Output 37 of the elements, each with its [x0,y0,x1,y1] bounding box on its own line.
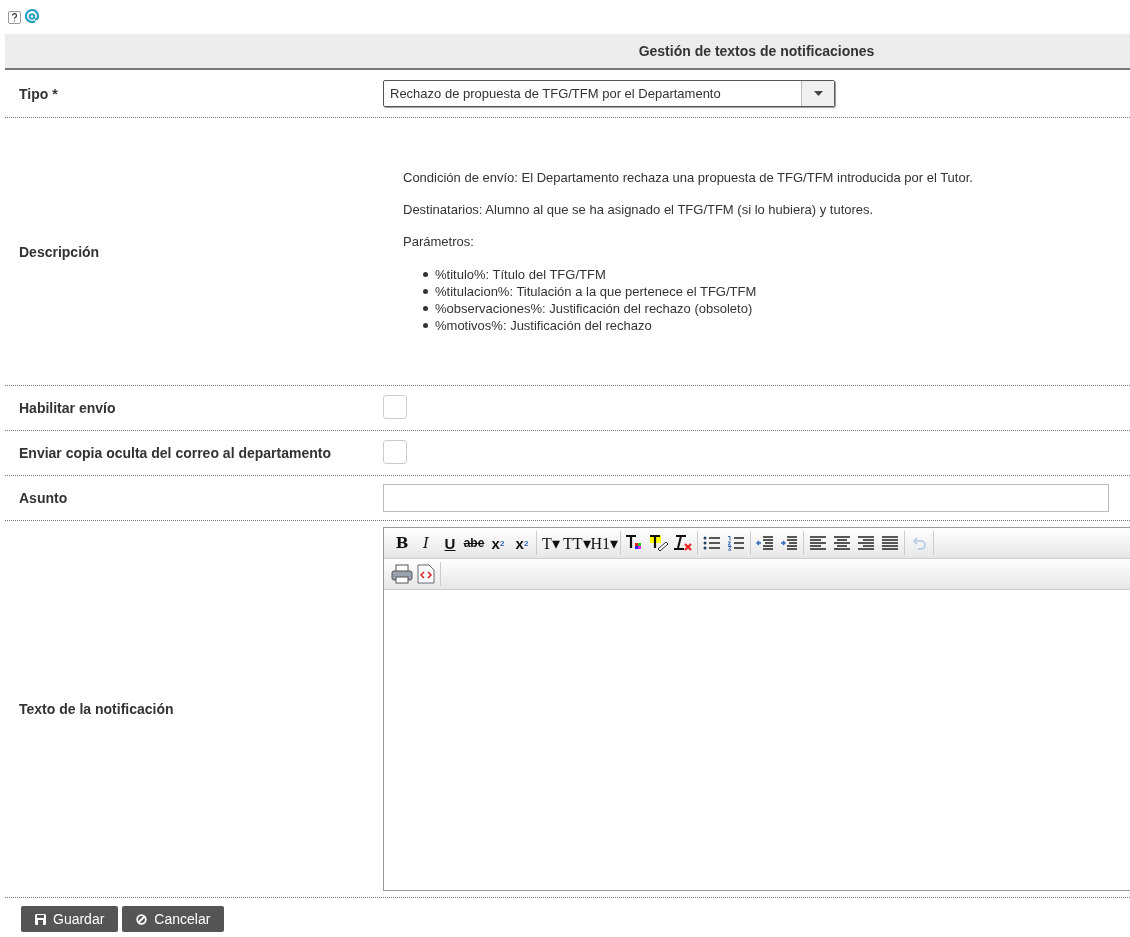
toolbar-button[interactable]: I [414,531,438,555]
subject-input[interactable] [383,484,1109,512]
parameter-text: %titulacion%: Titulación a la que pertenece el TFG/TFM [435,282,757,300]
field-label: Asunto [18,489,69,508]
toolbar-button[interactable]: U [438,531,462,555]
description-text: Destinatarios: Alumno al que se ha asignado el TFG/TFM (si lo hubiera) y tutores. [403,201,875,217]
cancel-icon [136,913,148,925]
field-label: Texto de la notificación [18,700,175,719]
help-icon[interactable] [8,10,21,24]
cancel-button[interactable]: Cancelar [122,906,225,932]
field-label: Tipo * [18,84,59,104]
description-text: Parámetros: [403,233,475,249]
description-text: Condición de envío: El Departamento rechaza una propuesta de TFG/TFM introducida por el Tutor. [403,169,974,185]
bullet-icon [423,288,428,294]
bullet-icon [423,271,428,277]
toolbar-button[interactable]: H1▾ [590,531,619,555]
toolbar-button[interactable]: B [390,531,414,555]
bullet-icon [423,305,428,311]
parameter-text: %observaciones%: Justificación del rechazo (obsoleto) [435,299,753,317]
checkbox[interactable] [383,394,407,419]
caret-icon [813,91,823,96]
toolbar-button[interactable]: TT▾ [563,531,591,555]
save-icon [35,913,46,925]
parameter-text: %titulo%: Título del TFG/TFM [435,265,606,283]
form-title: Gestión de textos de notificaciones [637,43,876,59]
toolbar-button[interactable]: x$^{2}$ [510,531,534,555]
type-select[interactable]: Rechazo de propuesta de TFG/TFM por el Departamento [383,80,835,107]
field-label: Descripción [18,242,101,262]
bullet-icon [423,322,428,328]
parameter-text: %motivos%: Justificación del rechazo [435,316,652,334]
field-label: Enviar copia oculta del correo al departamento [18,444,332,463]
checkbox[interactable] [383,439,407,464]
toolbar-button[interactable]: T▾ [539,531,563,555]
toolbar-button[interactable]: abe [462,531,486,555]
email-icon[interactable] [24,9,40,25]
save-button[interactable]: Guardar [21,906,119,932]
field-label: Habilitar envío [18,399,117,418]
